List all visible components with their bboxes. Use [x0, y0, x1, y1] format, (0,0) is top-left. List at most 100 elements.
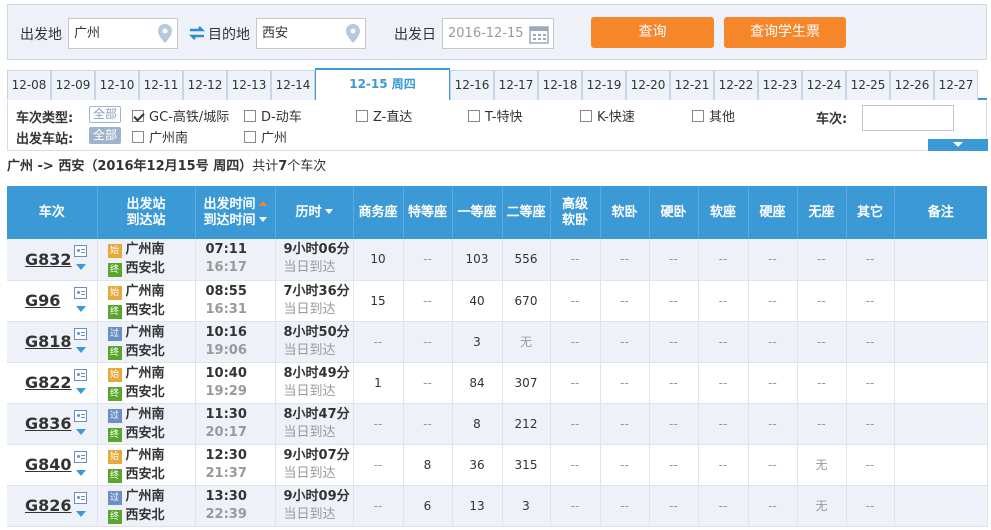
station-all-button[interactable]: 全部 — [89, 127, 122, 144]
station-cell: 过广州南终西安北 — [97, 485, 196, 527]
seat-cell: 670 — [502, 280, 551, 322]
date-tab[interactable]: 12-15 周四 — [315, 68, 450, 100]
table-row[interactable]: G832 始广州南终西安北 07:11 16:17 9小时06分 当日到达 10 -- 103 5… — [7, 239, 988, 281]
table-row[interactable]: G818 过广州南终西安北 10:16 19:06 8小时50分 当日到达 -- -- 3 无 --… — [7, 321, 988, 363]
date-tab[interactable]: 12-24 — [802, 70, 846, 100]
header-duration[interactable]: 历时 — [275, 186, 354, 239]
checkbox-icon[interactable] — [244, 110, 256, 122]
query-button[interactable]: 查询 — [591, 17, 714, 48]
date-tab[interactable]: 12-21 — [670, 70, 714, 100]
header-times[interactable]: 出发时间 到达时间 — [195, 186, 276, 239]
station-cell: 始广州南终西安北 — [97, 444, 196, 486]
train-code-link[interactable]: G818 — [25, 332, 72, 351]
checkbox-icon[interactable] — [468, 110, 480, 122]
date-tab[interactable]: 12-16 — [450, 70, 494, 100]
student-query-button[interactable]: 查询学生票 — [724, 17, 846, 48]
checkbox-icon[interactable] — [356, 110, 368, 122]
filter-z[interactable]: Z-直达 — [356, 106, 412, 125]
sort-desc-icon[interactable] — [324, 208, 333, 214]
sort-asc-icon[interactable] — [258, 200, 267, 206]
location-pin-icon — [346, 24, 360, 43]
date-tab[interactable]: 12-25 — [846, 70, 890, 100]
filter-gc[interactable]: GC-高铁/城际 — [132, 106, 229, 125]
to-input[interactable]: 西安 — [256, 18, 366, 49]
filter-station-gzn[interactable]: 广州南 — [132, 127, 188, 146]
to-station: 西安北 — [125, 302, 165, 318]
filter-t[interactable]: T-特快 — [468, 106, 522, 125]
checkbox-icon[interactable] — [692, 110, 704, 122]
filter-other[interactable]: 其他 — [692, 106, 735, 125]
train-detail-icon[interactable] — [74, 327, 87, 340]
header-to-station: 到达站 — [126, 212, 166, 228]
date-tab[interactable]: 12-27 — [934, 70, 978, 100]
date-tab[interactable]: 12-19 — [582, 70, 626, 100]
train-code-link[interactable]: G822 — [25, 373, 72, 392]
date-tab[interactable]: 12-18 — [538, 70, 582, 100]
train-type-all-button[interactable]: 全部 — [89, 106, 122, 123]
date-input[interactable]: 2016-12-15 — [442, 18, 554, 49]
seat-cell: -- — [698, 321, 749, 363]
date-tab[interactable]: 12-11 — [139, 70, 183, 100]
table-row[interactable]: G836 过广州南终西安北 11:30 20:17 8小时47分 当日到达 -- -- 8 212… — [7, 403, 988, 445]
checkbox-icon[interactable] — [132, 110, 144, 122]
train-code-link[interactable]: G832 — [25, 250, 72, 269]
station-tag-icon: 始 — [107, 367, 122, 382]
date-tab[interactable]: 12-09 — [51, 70, 95, 100]
calendar-icon[interactable] — [529, 24, 549, 44]
seat-cell: -- — [698, 444, 749, 486]
chevron-down-icon[interactable] — [76, 387, 86, 394]
table-header: 车次 出发站 到达站 出发时间 到达时间 历时 商务座 特等座 一等座 二等座 高级… — [7, 186, 987, 239]
chevron-down-icon[interactable] — [76, 469, 86, 476]
station-tag-icon: 终 — [107, 386, 122, 401]
date-tab[interactable]: 12-13 — [227, 70, 271, 100]
filter-d[interactable]: D-动车 — [244, 106, 302, 125]
arrival-time: 21:37 — [205, 465, 247, 481]
seat-cell: -- — [600, 321, 650, 363]
train-code-link[interactable]: G840 — [25, 455, 72, 474]
date-tab[interactable]: 12-20 — [626, 70, 670, 100]
chevron-down-icon[interactable] — [76, 428, 86, 435]
date-tab[interactable]: 12-08 — [7, 70, 51, 100]
from-input[interactable]: 广州 — [68, 18, 178, 49]
date-tab[interactable]: 12-17 — [494, 70, 538, 100]
station-tag-icon: 终 — [107, 263, 122, 278]
checkbox-icon[interactable] — [580, 110, 592, 122]
table-row[interactable]: G822 始广州南终西安北 10:40 19:29 8小时49分 当日到达 1 -- 84 307… — [7, 362, 988, 404]
train-detail-icon[interactable] — [74, 368, 87, 381]
date-tab[interactable]: 12-26 — [890, 70, 934, 100]
table-row[interactable]: G96 始广州南终西安北 08:55 16:31 7小时36分 当日到达 15 -- 40 670… — [7, 280, 988, 322]
duration: 9小时07分 — [283, 447, 350, 463]
seat-cell: 40 — [452, 280, 503, 322]
train-no-input[interactable] — [862, 105, 954, 131]
table-row[interactable]: G826 过广州南终西安北 13:30 22:39 9小时09分 当日到达 -- 6 13 3 --… — [7, 485, 988, 527]
train-detail-icon[interactable] — [74, 450, 87, 463]
seat-cell: -- — [550, 321, 601, 363]
train-detail-icon[interactable] — [74, 286, 87, 299]
filter-k[interactable]: K-快速 — [580, 106, 635, 125]
date-tab[interactable]: 12-12 — [183, 70, 227, 100]
table-row[interactable]: G840 始广州南终西安北 12:30 21:37 9小时07分 当日到达 -- 8 36 315… — [7, 444, 988, 486]
chevron-down-icon[interactable] — [76, 305, 86, 312]
station-tag-icon: 始 — [107, 285, 122, 300]
train-detail-icon[interactable] — [74, 491, 87, 504]
train-code-link[interactable]: G826 — [25, 496, 72, 515]
date-tab[interactable]: 12-14 — [271, 70, 315, 100]
checkbox-icon[interactable] — [244, 131, 256, 143]
train-detail-icon[interactable] — [74, 245, 87, 257]
date-tab[interactable]: 12-10 — [95, 70, 139, 100]
chevron-down-icon[interactable] — [76, 510, 86, 517]
collapse-filter-toggle[interactable] — [928, 139, 988, 151]
filter-station-gzn-label: 广州南 — [149, 131, 189, 146]
date-tab[interactable]: 12-22 — [714, 70, 758, 100]
train-detail-icon[interactable] — [74, 409, 87, 422]
chevron-down-icon[interactable] — [76, 346, 86, 353]
checkbox-icon[interactable] — [132, 131, 144, 143]
sort-desc-icon[interactable] — [258, 216, 267, 222]
train-code-link[interactable]: G96 — [25, 291, 60, 310]
train-code-link[interactable]: G836 — [25, 414, 72, 433]
chevron-down-icon[interactable] — [76, 264, 86, 270]
swap-icon[interactable] — [188, 24, 206, 42]
seat-cell: -- — [698, 362, 749, 404]
filter-station-gz[interactable]: 广州 — [244, 127, 287, 146]
date-tab[interactable]: 12-23 — [758, 70, 802, 100]
